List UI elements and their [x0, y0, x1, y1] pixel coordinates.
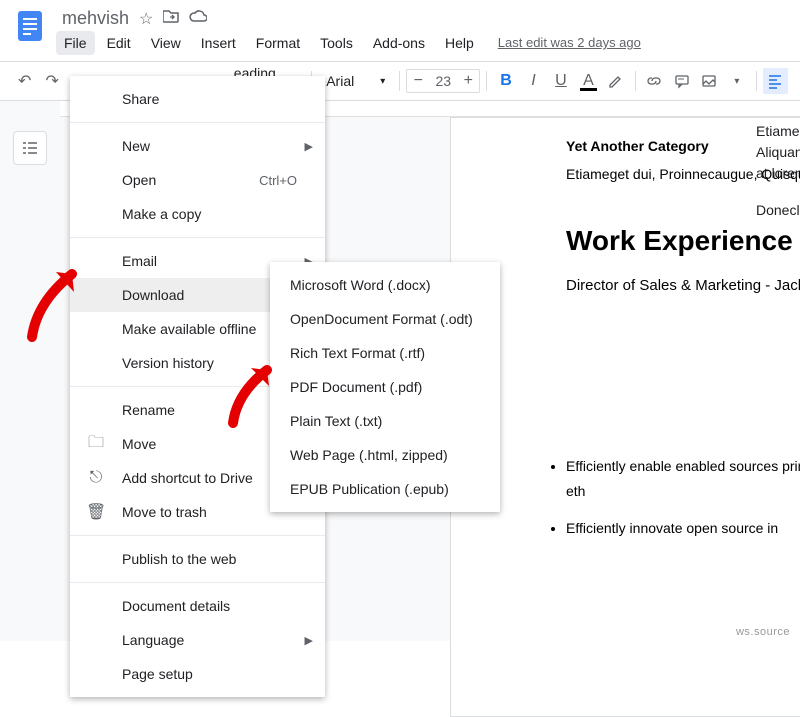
bullet-list: Efficiently enable enabled sources princ…: [566, 454, 800, 542]
chevron-down-icon: ▾: [380, 76, 385, 87]
menu-publish[interactable]: Publish to the web: [70, 542, 325, 576]
menu-label: New: [122, 138, 150, 154]
font-label: Arial: [326, 73, 354, 89]
menu-page-setup[interactable]: Page setup: [70, 657, 325, 691]
download-txt[interactable]: Plain Text (.txt): [270, 404, 500, 438]
menu-label: Rich Text Format (.rtf): [290, 345, 425, 361]
folder-icon: 🗀: [86, 431, 106, 458]
outline-toggle[interactable]: [13, 131, 47, 165]
watermark: ws.source: [736, 626, 790, 638]
menu-edit[interactable]: Edit: [99, 31, 139, 55]
separator: [756, 71, 757, 91]
underline-button[interactable]: U: [548, 68, 573, 94]
menu-divider: [70, 122, 325, 123]
redo-button[interactable]: ↷: [39, 68, 64, 94]
menu-label: OpenDocument Format (.odt): [290, 311, 473, 327]
drive-shortcut-icon: ⎋: [86, 469, 106, 487]
fontsize-decrease[interactable]: −: [407, 72, 429, 90]
menu-label: Make a copy: [122, 206, 201, 222]
download-odt[interactable]: OpenDocument Format (.odt): [270, 302, 500, 336]
menu-new[interactable]: New ▶: [70, 129, 325, 163]
menu-label: Rename: [122, 402, 175, 418]
text-fragment: Donecl: [756, 200, 800, 221]
font-select[interactable]: Arial ▾: [318, 68, 393, 94]
menu-label: Email: [122, 253, 157, 269]
menu-file[interactable]: File: [56, 31, 95, 55]
menu-label: EPUB Publication (.epub): [290, 481, 449, 497]
menu-label: Version history: [122, 355, 214, 371]
menu-details[interactable]: Document details: [70, 589, 325, 623]
menu-share[interactable]: Share: [70, 82, 325, 116]
list-item: Efficiently enable enabled sources princ…: [566, 454, 800, 504]
submenu-arrow-icon: ▶: [305, 140, 313, 153]
download-epub[interactable]: EPUB Publication (.epub): [270, 472, 500, 506]
menu-divider: [70, 582, 325, 583]
menu-make-copy[interactable]: Make a copy: [70, 197, 325, 231]
menu-label: Download: [122, 287, 184, 303]
download-html[interactable]: Web Page (.html, zipped): [270, 438, 500, 472]
app-header: mehvish ☆ File Edit View Insert Format T…: [0, 0, 800, 61]
menu-label: Open: [122, 172, 156, 188]
separator: [635, 71, 636, 91]
undo-button[interactable]: ↶: [12, 68, 37, 94]
menu-label: Move to trash: [122, 504, 207, 520]
menu-divider: [70, 237, 325, 238]
menu-label: Web Page (.html, zipped): [290, 447, 448, 463]
menu-label: Share: [122, 91, 159, 107]
trash-icon: 🗑: [86, 502, 106, 522]
bold-button[interactable]: B: [493, 68, 518, 94]
submenu-arrow-icon: ▶: [305, 634, 313, 647]
menubar: File Edit View Insert Format Tools Add-o…: [56, 31, 641, 61]
shortcut-label: Ctrl+O: [259, 173, 297, 188]
menu-label: Plain Text (.txt): [290, 413, 382, 429]
menu-label: Move: [122, 436, 156, 452]
menu-label: Document details: [122, 598, 230, 614]
menu-tools[interactable]: Tools: [312, 31, 361, 55]
work-subtitle: Director of Sales & Marketing - Jackso: [566, 277, 800, 294]
menu-label: Publish to the web: [122, 551, 236, 567]
menu-divider: [70, 535, 325, 536]
work-heading: Work Experience: [566, 225, 800, 257]
text-fragment: Aliquan: [756, 142, 800, 163]
menu-open[interactable]: Open Ctrl+O: [70, 163, 325, 197]
highlight-button[interactable]: [603, 68, 628, 94]
text-fragment: at loren: [756, 163, 800, 184]
download-docx[interactable]: Microsoft Word (.docx): [270, 268, 500, 302]
separator: [399, 71, 400, 91]
fontsize-value[interactable]: 23: [429, 73, 457, 89]
comment-button[interactable]: [669, 68, 694, 94]
italic-button[interactable]: I: [521, 68, 546, 94]
menu-format[interactable]: Format: [248, 31, 308, 55]
download-submenu: Microsoft Word (.docx) OpenDocument Form…: [270, 262, 500, 512]
star-icon[interactable]: ☆: [139, 9, 153, 29]
docs-logo: [12, 8, 48, 44]
link-button[interactable]: [642, 68, 667, 94]
menu-label: Make available offline: [122, 321, 256, 337]
separator: [486, 71, 487, 91]
menu-insert[interactable]: Insert: [193, 31, 244, 55]
clipped-text: Etiame Aliquan at loren Donecl: [756, 121, 800, 221]
menu-label: Page setup: [122, 666, 193, 682]
fontsize-increase[interactable]: +: [457, 72, 479, 90]
move-icon[interactable]: [163, 9, 179, 29]
cloud-saved-icon[interactable]: [189, 9, 207, 29]
fontsize-stepper: − 23 +: [406, 69, 480, 93]
menu-language[interactable]: Language▶: [70, 623, 325, 657]
download-rtf[interactable]: Rich Text Format (.rtf): [270, 336, 500, 370]
list-item: Efficiently innovate open source in: [566, 516, 800, 541]
menu-addons[interactable]: Add-ons: [365, 31, 433, 55]
menu-view[interactable]: View: [143, 31, 189, 55]
menu-label: PDF Document (.pdf): [290, 379, 422, 395]
text-fragment: Etiame: [756, 121, 800, 142]
chevron-down-icon[interactable]: ▾: [724, 68, 749, 94]
last-edit-link[interactable]: Last edit was 2 days ago: [498, 31, 641, 55]
menu-label: Microsoft Word (.docx): [290, 277, 431, 293]
align-button[interactable]: [763, 68, 788, 94]
doc-title[interactable]: mehvish: [62, 8, 129, 29]
download-pdf[interactable]: PDF Document (.pdf): [270, 370, 500, 404]
text-color-button[interactable]: A: [576, 68, 601, 94]
image-button[interactable]: [697, 68, 722, 94]
menu-help[interactable]: Help: [437, 31, 482, 55]
menu-label: Add shortcut to Drive: [122, 470, 253, 486]
